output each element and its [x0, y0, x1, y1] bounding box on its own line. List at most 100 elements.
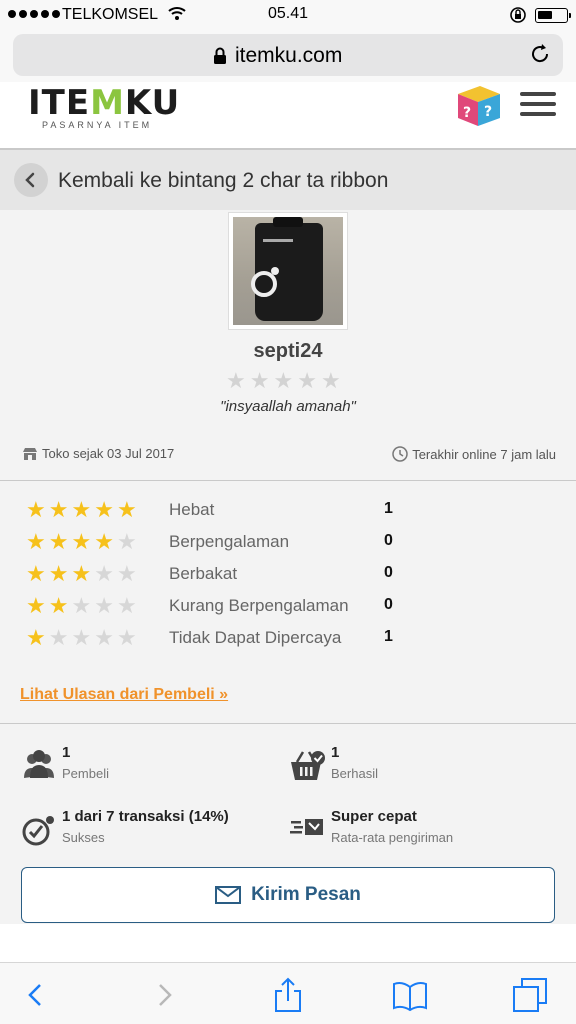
seller-name: septi24 — [253, 340, 323, 362]
rating-stars-2: ★ ★ ★ ★ ★ — [26, 595, 137, 617]
star-icon: ★ — [116, 593, 137, 618]
star-icon: ★ — [48, 529, 69, 554]
back-button[interactable] — [14, 163, 48, 197]
rating-stars-4: ★ ★ ★ ★ ★ — [26, 531, 137, 553]
star-icon: ★ — [320, 368, 341, 393]
logo-tagline: PASARNYA ITEM — [42, 120, 153, 130]
star-icon: ★ — [116, 625, 137, 650]
fast-delivery-icon — [290, 819, 323, 835]
star-icon: ★ — [249, 368, 270, 393]
seller-profile: septi24 ★ ★ ★ ★ ★ "insyaallah amanah" To… — [0, 210, 576, 480]
rating-row: ★ ★ ★ ★ ★ Hebat 1 — [26, 497, 446, 527]
send-message-button[interactable]: Kirim Pesan — [21, 867, 555, 923]
star-icon: ★ — [226, 368, 246, 393]
mystery-box-icon[interactable]: ? ? — [454, 84, 504, 128]
itemku-logo[interactable]: ITEMKU — [28, 84, 180, 122]
star-icon: ★ — [71, 497, 92, 522]
logo-text-m: M — [90, 83, 125, 123]
rating-label: Berpengalaman — [169, 532, 290, 551]
star-icon: ★ — [94, 561, 114, 586]
star-icon: ★ — [71, 561, 92, 586]
star-icon: ★ — [71, 625, 92, 650]
rating-row: ★ ★ ★ ★ ★ Berpengalaman 0 — [26, 529, 446, 559]
clock: 05.41 — [267, 5, 309, 22]
reload-icon[interactable] — [529, 43, 551, 70]
rating-row: ★ ★ ★ ★ ★ Kurang Berpengalaman 0 — [26, 593, 446, 623]
seller-avatar — [228, 212, 348, 330]
transactions-value: 1 dari 7 transaksi (14%) — [62, 808, 229, 825]
star-icon: ★ — [297, 368, 317, 393]
share-icon[interactable] — [270, 977, 306, 1013]
tabs-icon[interactable] — [512, 977, 548, 1013]
send-message-label: Kirim Pesan — [251, 884, 361, 905]
star-icon: ★ — [116, 561, 137, 586]
lock-icon — [213, 47, 227, 70]
browser-forward-icon[interactable] — [146, 977, 182, 1013]
last-online-text: Terakhir online 7 jam lalu — [412, 446, 556, 462]
rating-label: Tidak Dapat Dipercaya — [169, 628, 342, 647]
stat-shipping: Super cepat Rata-rata pengiriman — [289, 808, 549, 858]
site-header: ITEMKU PASARNYA ITEM ? ? — [0, 82, 576, 148]
star-icon: ★ — [26, 593, 46, 618]
star-icon: ★ — [116, 529, 137, 554]
rating-stars-3: ★ ★ ★ ★ ★ — [26, 563, 137, 585]
buyers-icon — [24, 750, 54, 778]
logo-text-part2: KU — [124, 83, 181, 123]
star-icon: ★ — [48, 497, 69, 522]
mail-icon — [215, 886, 242, 904]
status-bar: TELKOMSEL 05.41 — [0, 0, 576, 30]
star-icon: ★ — [26, 497, 46, 522]
stat-buyers: 1 Pembeli — [20, 744, 280, 794]
page-footer-space — [0, 924, 576, 962]
buyer-reviews-link[interactable]: Lihat Ulasan dari Pembeli » — [20, 686, 228, 704]
star-icon: ★ — [71, 529, 92, 554]
logo-text-part1: ITE — [28, 83, 91, 123]
last-online: Terakhir online 7 jam lalu — [392, 446, 556, 462]
seller-stats: 1 Pembeli 1 Berhasil 1 dari 7 transaksi … — [0, 724, 576, 924]
seller-motto: "insyaallah amanah" — [220, 398, 356, 415]
rating-stars-1: ★ ★ ★ ★ ★ — [26, 627, 137, 649]
star-icon: ★ — [116, 497, 137, 522]
rating-stars-5: ★ ★ ★ ★ ★ — [26, 499, 137, 521]
rating-count: 0 — [384, 596, 393, 613]
store-since: Toko sejak 03 Jul 2017 — [22, 446, 174, 461]
clock-icon — [392, 446, 408, 462]
battery-icon — [535, 8, 571, 23]
browser-address-area: itemku.com — [0, 30, 576, 82]
back-title[interactable]: Kembali ke bintang 2 char ta ribbon — [58, 169, 388, 193]
address-bar[interactable]: itemku.com — [13, 34, 563, 76]
star-icon: ★ — [26, 529, 46, 554]
shop-icon — [23, 447, 37, 460]
star-icon: ★ — [71, 593, 92, 618]
star-icon: ★ — [48, 625, 69, 650]
buyers-value: 1 — [62, 744, 71, 761]
bookmarks-icon[interactable] — [392, 977, 428, 1013]
shipping-label: Rata-rata pengiriman — [331, 830, 454, 845]
stat-transactions: 1 dari 7 transaksi (14%) Sukses — [20, 808, 280, 858]
star-icon: ★ — [26, 625, 46, 650]
transactions-label: Sukses — [62, 830, 105, 845]
star-icon: ★ — [94, 593, 114, 618]
speedometer-check-icon — [22, 816, 54, 846]
store-since-text: Toko sejak 03 Jul 2017 — [42, 446, 175, 461]
star-icon: ★ — [48, 593, 69, 618]
rating-row: ★ ★ ★ ★ ★ Tidak Dapat Dipercaya 1 — [26, 625, 446, 655]
basket-check-icon — [291, 751, 325, 780]
browser-toolbar — [0, 962, 576, 1024]
rating-label: Hebat — [169, 500, 215, 519]
rating-count: 0 — [384, 564, 393, 581]
rating-breakdown: ★ ★ ★ ★ ★ Hebat 1 ★ ★ ★ ★ ★ Berpengalaman 0 ★ ★ ★ ★… — [0, 481, 576, 723]
url-text: itemku.com — [235, 44, 343, 67]
stat-success: 1 Berhasil — [289, 744, 549, 794]
browser-back-icon[interactable] — [18, 977, 54, 1013]
star-icon: ★ — [94, 529, 114, 554]
hamburger-menu-icon[interactable] — [520, 92, 556, 116]
back-bar[interactable]: Kembali ke bintang 2 char ta ribbon — [0, 150, 576, 210]
star-icon: ★ — [273, 368, 294, 393]
rating-count: 1 — [384, 500, 393, 517]
success-value: 1 — [331, 744, 340, 761]
svg-text:?: ? — [463, 105, 471, 121]
rating-count: 0 — [384, 532, 393, 549]
svg-text:?: ? — [484, 104, 492, 120]
rating-row: ★ ★ ★ ★ ★ Berbakat 0 — [26, 561, 446, 591]
